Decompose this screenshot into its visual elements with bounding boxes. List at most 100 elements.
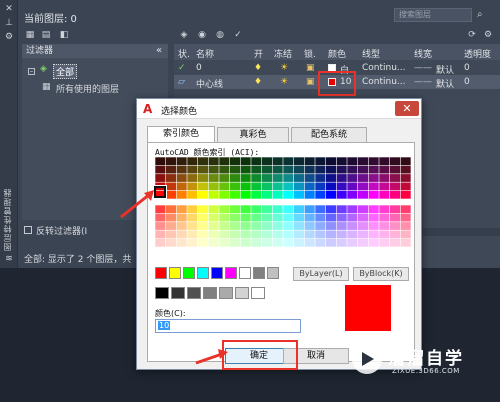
aci-swatch[interactable] — [347, 190, 358, 199]
aci-swatch[interactable] — [368, 165, 379, 174]
aci-swatch[interactable] — [304, 213, 315, 222]
aci-swatch[interactable] — [347, 205, 358, 214]
aci-swatch[interactable] — [165, 238, 177, 247]
lineweight[interactable]: 默认 — [436, 77, 454, 90]
aci-swatch[interactable] — [389, 182, 401, 191]
aci-swatch[interactable] — [240, 157, 251, 166]
aci-swatch[interactable] — [379, 157, 390, 166]
filter-used-node[interactable]: 所有使用的图层 — [56, 82, 119, 95]
col-transparency[interactable]: 透明度 — [464, 47, 491, 60]
aci-swatch[interactable] — [368, 174, 379, 182]
aci-swatch[interactable] — [165, 165, 177, 174]
aci-swatch[interactable] — [240, 182, 251, 191]
aci-swatch[interactable] — [229, 174, 241, 182]
set-current-icon[interactable]: ✓ — [232, 30, 244, 40]
aci-swatch[interactable] — [283, 238, 294, 247]
aci-swatch[interactable] — [304, 157, 315, 166]
layer-name[interactable]: 0 — [196, 63, 202, 73]
lock-icon[interactable]: ▣ — [306, 77, 315, 87]
layer-name[interactable]: 中心线 — [196, 77, 223, 90]
col-freeze[interactable]: 冻结 — [274, 47, 292, 60]
aci-swatch[interactable] — [400, 182, 411, 191]
aci-swatch[interactable] — [336, 165, 347, 174]
aci-swatch[interactable] — [187, 238, 198, 247]
aci-swatch[interactable] — [240, 230, 251, 239]
aci-swatch[interactable] — [357, 230, 369, 239]
aci-swatch[interactable] — [187, 213, 198, 222]
aci-swatch[interactable] — [261, 157, 273, 166]
gray-color-swatch[interactable] — [251, 287, 265, 299]
aci-swatch[interactable] — [219, 213, 230, 222]
new-group-filter-icon[interactable]: ▤ — [40, 30, 52, 40]
aci-swatch[interactable] — [400, 157, 411, 166]
aci-swatch[interactable] — [197, 205, 209, 214]
linetype[interactable]: Continu... — [362, 63, 406, 73]
aci-swatch[interactable] — [368, 222, 379, 230]
aci-swatch[interactable] — [155, 174, 166, 182]
aci-swatch[interactable] — [197, 165, 209, 174]
aci-swatch[interactable] — [240, 165, 251, 174]
aci-swatch[interactable] — [176, 222, 187, 230]
aci-swatch[interactable] — [251, 205, 262, 214]
aci-swatch[interactable] — [315, 190, 326, 199]
aci-swatch[interactable] — [379, 213, 390, 222]
layer-icon[interactable]: ≋ — [4, 254, 14, 264]
col-lock[interactable]: 锁. — [304, 47, 316, 60]
transparency[interactable]: 0 — [464, 77, 470, 87]
aci-swatch[interactable] — [379, 230, 390, 239]
aci-swatch[interactable] — [272, 165, 283, 174]
aci-swatch[interactable] — [219, 174, 230, 182]
aci-swatch[interactable] — [325, 213, 337, 222]
aci-swatch[interactable] — [347, 222, 358, 230]
aci-swatch[interactable] — [357, 174, 369, 182]
aci-swatch[interactable] — [336, 182, 347, 191]
aci-swatch[interactable] — [357, 165, 369, 174]
aci-swatch[interactable] — [368, 230, 379, 239]
aci-swatch[interactable] — [283, 174, 294, 182]
aci-swatch[interactable] — [379, 165, 390, 174]
aci-swatch[interactable] — [325, 222, 337, 230]
aci-swatch[interactable] — [283, 165, 294, 174]
aci-swatch[interactable] — [229, 213, 241, 222]
aci-swatch[interactable] — [187, 174, 198, 182]
aci-swatch[interactable] — [400, 174, 411, 182]
aci-swatch[interactable] — [283, 213, 294, 222]
aci-swatch[interactable] — [272, 238, 283, 247]
aci-swatch[interactable] — [208, 165, 219, 174]
aci-swatch[interactable] — [368, 190, 379, 199]
aci-swatch[interactable] — [251, 174, 262, 182]
aci-swatch[interactable] — [304, 222, 315, 230]
aci-swatch[interactable] — [208, 182, 219, 191]
aci-swatch[interactable] — [347, 165, 358, 174]
aci-swatch[interactable] — [208, 205, 219, 214]
aci-swatch[interactable] — [229, 238, 241, 247]
aci-swatch[interactable] — [304, 165, 315, 174]
aci-swatch[interactable] — [251, 230, 262, 239]
aci-swatch[interactable] — [155, 157, 166, 166]
refresh-icon[interactable]: ⟳ — [466, 30, 478, 40]
aci-swatch[interactable] — [219, 165, 230, 174]
aci-swatch[interactable] — [389, 205, 401, 214]
aci-swatch[interactable] — [336, 213, 347, 222]
aci-swatch[interactable] — [219, 238, 230, 247]
aci-swatch[interactable] — [229, 182, 241, 191]
aci-swatch[interactable] — [261, 230, 273, 239]
aci-swatch[interactable] — [400, 238, 411, 247]
gray-color-swatch[interactable] — [187, 287, 201, 299]
aci-swatch[interactable] — [272, 205, 283, 214]
aci-swatch[interactable] — [325, 230, 337, 239]
aci-swatch[interactable] — [219, 230, 230, 239]
aci-swatch[interactable] — [389, 222, 401, 230]
aci-swatch[interactable] — [336, 190, 347, 199]
aci-swatch[interactable] — [197, 157, 209, 166]
aci-swatch[interactable] — [379, 222, 390, 230]
aci-swatch[interactable] — [336, 230, 347, 239]
aci-swatch[interactable] — [283, 182, 294, 191]
aci-swatch[interactable] — [197, 190, 209, 199]
aci-swatch[interactable] — [389, 213, 401, 222]
aci-swatch[interactable] — [336, 205, 347, 214]
lock-icon[interactable]: ▣ — [306, 63, 315, 73]
aci-swatch[interactable] — [251, 238, 262, 247]
aci-swatch[interactable] — [304, 182, 315, 191]
aci-swatch[interactable] — [315, 182, 326, 191]
